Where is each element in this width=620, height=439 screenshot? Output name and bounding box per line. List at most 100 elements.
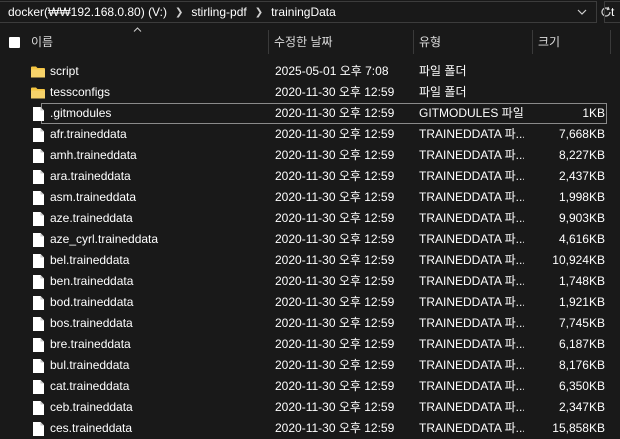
chevron-right-icon[interactable]: ❯ — [175, 7, 183, 18]
file-size: 1,921KB — [558, 295, 605, 309]
file-size — [533, 61, 605, 82]
file-row[interactable]: bos.traineddata 2020-11-30 오후 12:59 TRAINE… — [0, 313, 620, 334]
file-date: 2020-11-30 오후 12:59 — [275, 127, 395, 141]
file-size: 9,903KB — [558, 211, 605, 225]
file-icon — [30, 295, 46, 311]
column-date[interactable]: 수정한 날짜 — [268, 30, 413, 54]
file-type: TRAINEDDATA 파... — [419, 316, 524, 330]
file-type: TRAINEDDATA 파... — [419, 421, 524, 435]
file-icon — [30, 232, 46, 248]
file-type: TRAINEDDATA 파... — [419, 232, 524, 246]
file-name: script — [50, 64, 79, 78]
file-date: 2020-11-30 오후 12:59 — [275, 253, 395, 267]
file-name: bod.traineddata — [50, 295, 134, 309]
file-row[interactable]: script 2025-05-01 오후 7:08 파일 폴더 — [0, 61, 620, 82]
file-row[interactable]: asm.traineddata 2020-11-30 오후 12:59 TRAINE… — [0, 187, 620, 208]
chevron-right-icon[interactable]: ❯ — [255, 7, 263, 18]
search-input[interactable]: t — [604, 1, 620, 23]
file-row[interactable]: aze_cyrl.traineddata 2020-11-30 오후 12:59 T… — [0, 229, 620, 250]
file-row[interactable]: aze.traineddata 2020-11-30 오후 12:59 TRAINE… — [0, 208, 620, 229]
file-type: TRAINEDDATA 파... — [419, 274, 524, 288]
file-row[interactable]: ceb.traineddata 2020-11-30 오후 12:59 TRAINE… — [0, 397, 620, 418]
file-icon — [30, 358, 46, 374]
breadcrumb-trainingdata[interactable]: trainingData — [271, 5, 336, 19]
file-date: 2020-11-30 오후 12:59 — [275, 379, 395, 393]
file-name: cat.traineddata — [50, 379, 130, 393]
file-icon — [30, 148, 46, 164]
file-date: 2020-11-30 오후 12:59 — [275, 421, 395, 435]
file-row[interactable]: bre.traineddata 2020-11-30 오후 12:59 TRAINE… — [0, 334, 620, 355]
file-type: 파일 폴더 — [419, 64, 467, 78]
file-size: 15,858KB — [552, 421, 605, 435]
file-row[interactable]: ara.traineddata 2020-11-30 오후 12:59 TRAINE… — [0, 166, 620, 187]
breadcrumb-stirling-pdf[interactable]: stirling-pdf — [191, 5, 246, 19]
file-row[interactable]: tessconfigs 2020-11-30 오후 12:59 파일 폴더 — [0, 82, 620, 103]
file-type: TRAINEDDATA 파... — [419, 190, 524, 204]
file-icon — [30, 253, 46, 269]
column-type[interactable]: 유형 — [413, 30, 532, 54]
file-name: bos.traineddata — [50, 316, 133, 330]
file-type: TRAINEDDATA 파... — [419, 295, 524, 309]
file-size: 4,616KB — [558, 232, 605, 246]
file-type: TRAINEDDATA 파... — [419, 400, 524, 414]
file-date: 2020-11-30 오후 12:59 — [275, 85, 395, 99]
file-date: 2020-11-30 오후 12:59 — [275, 400, 395, 414]
file-row[interactable]: .gitmodules 2020-11-30 오후 12:59 GITMODULES… — [0, 103, 620, 124]
file-size: 7,745KB — [558, 316, 605, 330]
file-name: .gitmodules — [50, 106, 112, 120]
file-size: 1,748KB — [558, 274, 605, 288]
file-size: 8,227KB — [558, 148, 605, 162]
file-name: tessconfigs — [50, 85, 111, 99]
file-row[interactable]: ben.traineddata 2020-11-30 오후 12:59 TRAINE… — [0, 271, 620, 292]
file-date: 2020-11-30 오후 12:59 — [275, 295, 395, 309]
file-row[interactable]: bul.traineddata 2020-11-30 오후 12:59 TRAINE… — [0, 355, 620, 376]
file-size: 6,187KB — [558, 337, 605, 351]
file-icon — [30, 169, 46, 185]
file-name: ceb.traineddata — [50, 400, 133, 414]
file-icon — [30, 337, 46, 353]
folder-icon — [30, 64, 46, 80]
file-name: ara.traineddata — [50, 169, 131, 183]
file-type: TRAINEDDATA 파... — [419, 358, 524, 372]
file-date: 2020-11-30 오후 12:59 — [275, 106, 395, 120]
file-date: 2020-11-30 오후 12:59 — [275, 232, 395, 246]
file-type: TRAINEDDATA 파... — [419, 253, 524, 267]
file-date: 2020-11-30 오후 12:59 — [275, 190, 395, 204]
file-row[interactable]: amh.traineddata 2020-11-30 오후 12:59 TRAINE… — [0, 145, 620, 166]
column-size[interactable]: 크기 — [532, 30, 610, 54]
file-icon — [30, 106, 46, 122]
column-name[interactable]: 이름 — [25, 30, 268, 54]
file-size: 10,924KB — [552, 253, 605, 267]
chevron-down-icon[interactable] — [576, 3, 588, 21]
column-header: 이름 수정한 날짜 유형 크기 — [0, 30, 620, 54]
file-icon — [30, 400, 46, 416]
breadcrumb[interactable]: docker(₩₩192.168.0.80) (V:) ❯ stirling-p… — [0, 1, 597, 23]
file-size: 2,347KB — [558, 400, 605, 414]
file-size: 8,176KB — [558, 358, 605, 372]
file-icon — [30, 190, 46, 206]
breadcrumb-drive[interactable]: docker(₩₩192.168.0.80) (V:) — [8, 5, 167, 19]
file-row[interactable]: ces.traineddata 2020-11-30 오후 12:59 TRAINE… — [0, 418, 620, 439]
search-input-value: t — [611, 5, 615, 19]
file-date: 2020-11-30 오후 12:59 — [275, 169, 395, 183]
file-type: TRAINEDDATA 파... — [419, 169, 524, 183]
file-name: aze.traineddata — [50, 211, 133, 225]
file-date: 2020-11-30 오후 12:59 — [275, 316, 395, 330]
file-size: 1,998KB — [558, 190, 605, 204]
address-bar[interactable]: docker(₩₩192.168.0.80) (V:) ❯ stirling-p… — [0, 0, 620, 25]
file-row[interactable]: afr.traineddata 2020-11-30 오후 12:59 TRAINE… — [0, 124, 620, 145]
file-name: ces.traineddata — [50, 421, 133, 435]
file-size: 6,350KB — [558, 379, 605, 393]
column-divider[interactable] — [610, 30, 611, 54]
file-name: aze_cyrl.traineddata — [50, 232, 159, 246]
file-type: TRAINEDDATA 파... — [419, 379, 524, 393]
file-type: TRAINEDDATA 파... — [419, 337, 524, 351]
file-row[interactable]: bod.traineddata 2020-11-30 오후 12:59 TRAINE… — [0, 292, 620, 313]
file-name: bul.traineddata — [50, 358, 130, 372]
file-size — [533, 82, 605, 103]
folder-icon — [30, 85, 46, 101]
file-row[interactable]: cat.traineddata 2020-11-30 오후 12:59 TRAINE… — [0, 376, 620, 397]
file-row[interactable]: bel.traineddata 2020-11-30 오후 12:59 TRAINE… — [0, 250, 620, 271]
file-type: TRAINEDDATA 파... — [419, 148, 524, 162]
file-name: amh.traineddata — [50, 148, 137, 162]
